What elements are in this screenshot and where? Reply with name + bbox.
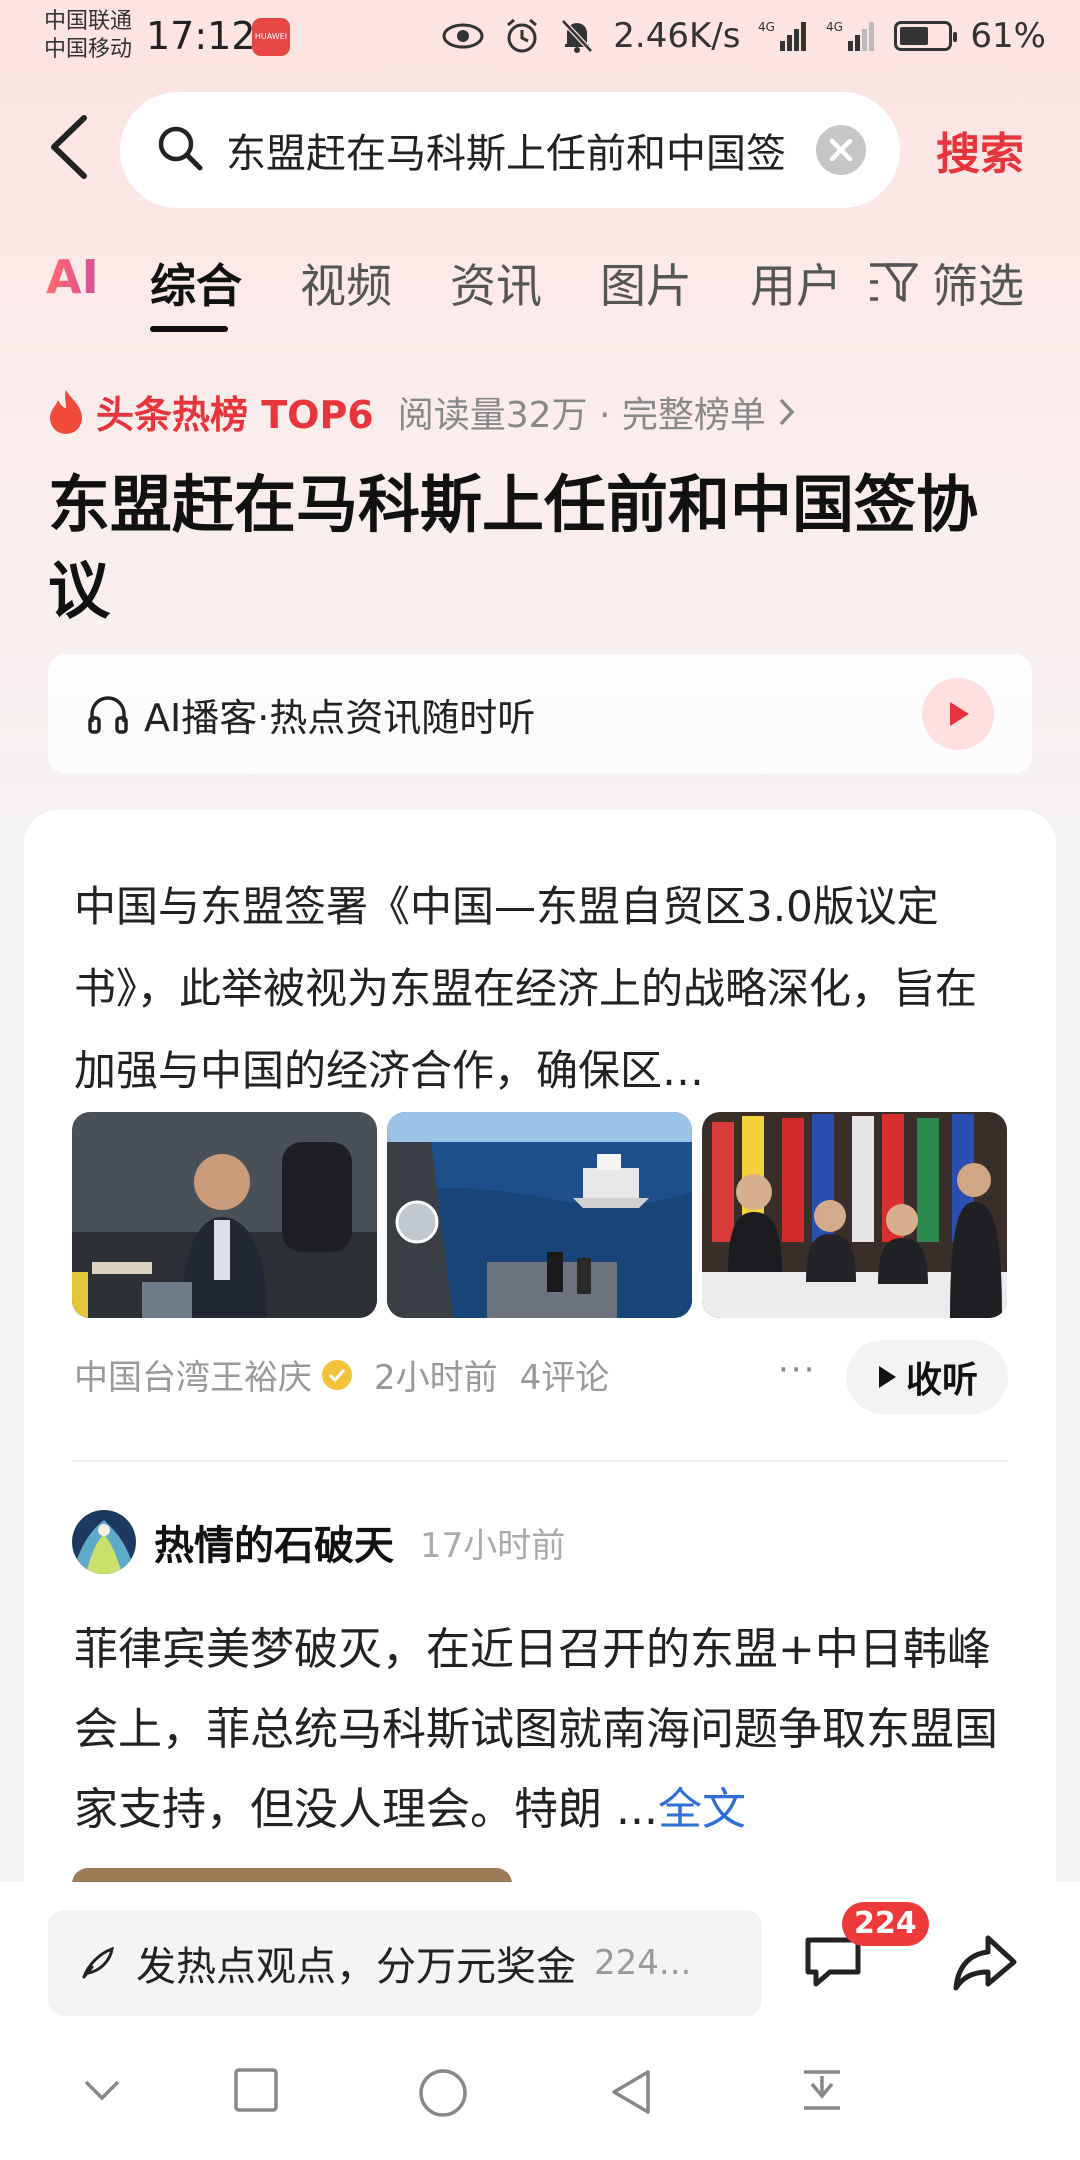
play-icon [878,1366,896,1388]
tab-ai[interactable]: AI [46,250,99,304]
flame-icon [50,389,82,434]
avatar[interactable] [72,1510,136,1574]
triangle-back-icon [612,2070,650,2114]
nav-home-button[interactable] [418,2068,468,2122]
article-image-2[interactable] [387,1112,692,1318]
filter-icon [870,263,918,302]
tab-news[interactable]: 资讯 [450,250,542,316]
tab-users[interactable]: 用户 [750,250,842,316]
listen-label: 收听 [905,1360,978,1401]
verified-icon [322,1359,352,1390]
status-bar: 中国联通 中国移动 17:12 HUAWEI 2.46K/s 4G 4G 61% [0,0,1080,80]
read-full-link[interactable]: 全文 [658,1784,746,1835]
svg-text:4G: 4G [826,20,843,34]
search-icon [156,124,204,176]
filter-button[interactable]: 筛选 [868,250,1024,316]
active-tab-indicator [150,326,228,332]
search-input[interactable]: 东盟赶在马科斯上任前和中国签协议 [120,92,900,208]
nav-back-button[interactable] [608,2068,652,2120]
listen-button[interactable]: 收听 [846,1340,1008,1414]
article-comment-count[interactable]: 4评论 [520,1350,610,1399]
signal-icon-2: 4G [826,19,876,53]
search-tabs: AI 综合 视频 资讯 图片 用户 筛选 [0,250,1080,340]
system-navigation-bar [0,2022,1080,2160]
hot-list-label: 头条热榜 TOP6 [96,393,374,437]
comment-count-inline: 224... [594,1943,692,1983]
nav-notification-button[interactable] [800,2068,844,2120]
result-card: 中国与东盟签署《中国—东盟自贸区3.0版议定书》，此举被视为东盟在经济上的战略深… [24,810,1056,1910]
post-text: 菲律宾美梦破灭，在近日召开的东盟+中日韩峰会上，菲总统马科斯试图就南海问题争取东… [74,1624,998,1835]
carrier-labels: 中国联通 中国移动 [44,8,132,64]
tab-images[interactable]: 图片 [600,250,692,316]
article-author[interactable]: 中国台湾王裕庆 [74,1350,312,1399]
post-time: 17小时前 [420,1525,566,1566]
status-icons: 2.46K/s 4G 4G 61% [441,16,1046,56]
signal-icon-1: 4G [758,19,808,53]
chevron-down-icon [84,2080,120,2101]
article-meta: 中国台湾王裕庆 2小时前 4评论 [74,1350,609,1399]
ai-podcast-label: AI播客·热点资讯随时听 [144,695,536,740]
divider [72,1460,1008,1462]
comment-placeholder: 发热点观点，分万元奖金 [136,1944,576,1990]
battery-icon [894,21,958,51]
nav-recents-button[interactable] [234,2068,278,2116]
svg-text:4G: 4G [758,20,775,34]
search-button[interactable]: 搜索 [936,118,1024,182]
article-summary[interactable]: 中国与东盟签署《中国—东盟自贸区3.0版议定书》，此举被视为东盟在经济上的战略深… [74,866,1014,1112]
carrier-2: 中国移动 [44,37,133,62]
pull-down-icon [804,2070,840,2110]
headphones-icon [88,696,128,734]
podcast-play-button[interactable] [922,678,994,750]
eye-icon [441,21,485,51]
battery-percent: 61% [970,16,1046,56]
article-image-3[interactable] [702,1112,1007,1318]
status-time: 17:12 [146,14,256,58]
square-icon [234,2068,278,2112]
article-images[interactable] [72,1112,1008,1318]
carrier-1: 中国联通 [44,9,133,34]
post-header: 热情的石破天 17小时前 [72,1510,565,1574]
close-icon [829,138,853,162]
hot-list-meta: 阅读量32万 · 完整榜单 [397,394,766,436]
tab-video[interactable]: 视频 [300,250,392,316]
network-speed: 2.46K/s [613,16,741,56]
comment-count-badge: 224 [842,1902,929,1946]
search-query[interactable]: 东盟赶在马科斯上任前和中国签协议 [226,121,786,179]
ai-podcast-bar[interactable]: AI播客·热点资讯随时听 [48,654,1032,774]
article-time: 2小时前 [374,1358,498,1398]
back-button[interactable] [44,112,94,182]
pen-icon [82,1946,114,1979]
article-image-1[interactable] [72,1112,377,1318]
play-icon [950,702,969,726]
huawei-app-icon: HUAWEI [252,18,290,56]
hot-list-row[interactable]: 头条热榜 TOP6 阅读量32万 · 完整榜单 [46,384,798,439]
share-button[interactable] [950,1928,1020,1998]
more-options-button[interactable]: ··· [778,1350,816,1390]
post-username[interactable]: 热情的石破天 [154,1513,394,1571]
clear-search-button[interactable] [816,125,866,175]
tab-comprehensive[interactable]: 综合 [150,250,242,316]
alarm-icon [503,17,541,55]
page-title: 东盟赶在马科斯上任前和中国签协议 [48,468,979,627]
chevron-right-icon [779,398,795,425]
comment-input[interactable]: 发热点观点，分万元奖金 224... [48,1910,762,2016]
nav-collapse-button[interactable] [80,2068,124,2116]
filter-label: 筛选 [932,259,1024,313]
back-arrow-icon [51,115,87,179]
share-icon [953,1935,1017,1991]
post-body[interactable]: 菲律宾美梦破灭，在近日召开的东盟+中日韩峰会上，菲总统马科斯试图就南海问题争取东… [74,1610,1024,1850]
comment-bar: 发热点观点，分万元奖金 224... 224 [0,1882,1080,2022]
circle-icon [419,2069,467,2117]
mute-bell-icon [559,17,595,55]
